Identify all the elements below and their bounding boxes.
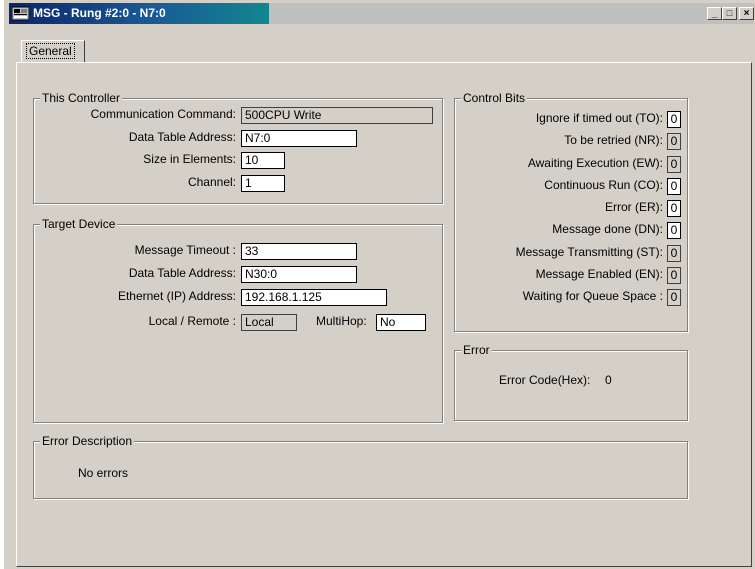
msg-instruction-icon bbox=[12, 6, 29, 21]
control-bits-title: Control Bits bbox=[461, 91, 528, 105]
control-bit-field[interactable]: 0 bbox=[667, 178, 681, 195]
channel-field[interactable]: 1 bbox=[241, 175, 285, 192]
control-bit-field[interactable]: 0 bbox=[667, 111, 681, 128]
msg-dialog-window: MSG - Rung #2:0 - N7:0 _ □ × General Thi… bbox=[3, 0, 755, 569]
control-bit-label: Awaiting Execution (EW): bbox=[527, 156, 663, 170]
control-bit-field[interactable]: 0 bbox=[667, 200, 681, 217]
title-bar-active-region: MSG - Rung #2:0 - N7:0 bbox=[9, 3, 269, 24]
target-data-table-address-field[interactable]: N30:0 bbox=[241, 266, 357, 283]
this-controller-title: This Controller bbox=[40, 91, 123, 105]
size-in-elements-field[interactable]: 10 bbox=[241, 152, 285, 169]
error-description-text: No errors bbox=[78, 466, 129, 480]
control-bit-label: Error (ER): bbox=[605, 200, 663, 214]
message-timeout-label: Message Timeout : bbox=[134, 243, 236, 257]
ethernet-address-label: Ethernet (IP) Address: bbox=[117, 289, 236, 303]
control-bit-field[interactable]: 0 bbox=[667, 222, 681, 239]
window-title: MSG - Rung #2:0 - N7:0 bbox=[33, 6, 166, 20]
control-bit-label: To be retried (NR): bbox=[564, 133, 663, 147]
close-button[interactable]: × bbox=[739, 7, 754, 20]
control-bit-field: 0 bbox=[667, 289, 681, 306]
error-title: Error bbox=[461, 343, 492, 357]
data-table-address-label: Data Table Address: bbox=[128, 130, 236, 144]
local-remote-label: Local / Remote : bbox=[148, 314, 236, 328]
title-bar[interactable]: MSG - Rung #2:0 - N7:0 _ □ × bbox=[9, 3, 754, 24]
ethernet-address-field[interactable]: 192.168.1.125 bbox=[241, 289, 387, 306]
control-bit-label: Ignore if timed out (TO): bbox=[535, 111, 663, 125]
control-bit-field: 0 bbox=[667, 245, 681, 262]
communication-command-field[interactable]: 500CPU Write bbox=[241, 107, 433, 124]
error-group: Error Error Code(Hex): 0 bbox=[454, 343, 688, 421]
control-bit-field: 0 bbox=[667, 267, 681, 284]
target-device-group: Target Device Message Timeout : 33 Data … bbox=[33, 217, 443, 423]
target-data-table-address-label: Data Table Address: bbox=[128, 266, 236, 280]
control-bit-label: Message Enabled (EN): bbox=[535, 267, 663, 281]
minimize-icon: _ bbox=[711, 8, 718, 19]
error-code-value: 0 bbox=[605, 373, 612, 387]
local-remote-field[interactable]: Local bbox=[241, 314, 297, 331]
control-bit-label: Continuous Run (CO): bbox=[544, 178, 663, 192]
control-bits-group: Control Bits Ignore if timed out (TO): 0 T… bbox=[454, 91, 688, 332]
control-bit-field: 0 bbox=[667, 156, 681, 173]
tab-general-label: General bbox=[26, 43, 75, 59]
multihop-field[interactable]: No bbox=[376, 314, 426, 331]
control-bit-label: Message done (DN): bbox=[552, 222, 663, 236]
channel-label: Channel: bbox=[187, 175, 236, 189]
maximize-button[interactable]: □ bbox=[722, 7, 737, 20]
control-bit-label: Message Transmitting (ST): bbox=[515, 245, 663, 259]
minimize-button[interactable]: _ bbox=[707, 7, 722, 20]
tab-general[interactable]: General bbox=[21, 40, 85, 62]
this-controller-group: This Controller Communication Command: 5… bbox=[33, 91, 443, 204]
multihop-label: MultiHop: bbox=[316, 314, 367, 328]
close-icon: × bbox=[743, 8, 750, 19]
control-bit-label: Waiting for Queue Space : bbox=[522, 289, 663, 303]
size-in-elements-label: Size in Elements: bbox=[143, 152, 236, 166]
maximize-icon: □ bbox=[726, 8, 733, 18]
error-description-group: Error Description No errors bbox=[33, 434, 688, 499]
message-timeout-field[interactable]: 33 bbox=[241, 243, 357, 260]
data-table-address-field[interactable]: N7:0 bbox=[241, 130, 357, 147]
target-device-title: Target Device bbox=[40, 217, 118, 231]
error-description-title: Error Description bbox=[40, 434, 135, 448]
error-code-label: Error Code(Hex): bbox=[499, 373, 591, 387]
communication-command-label: Communication Command: bbox=[90, 107, 236, 121]
control-bit-field: 0 bbox=[667, 133, 681, 150]
